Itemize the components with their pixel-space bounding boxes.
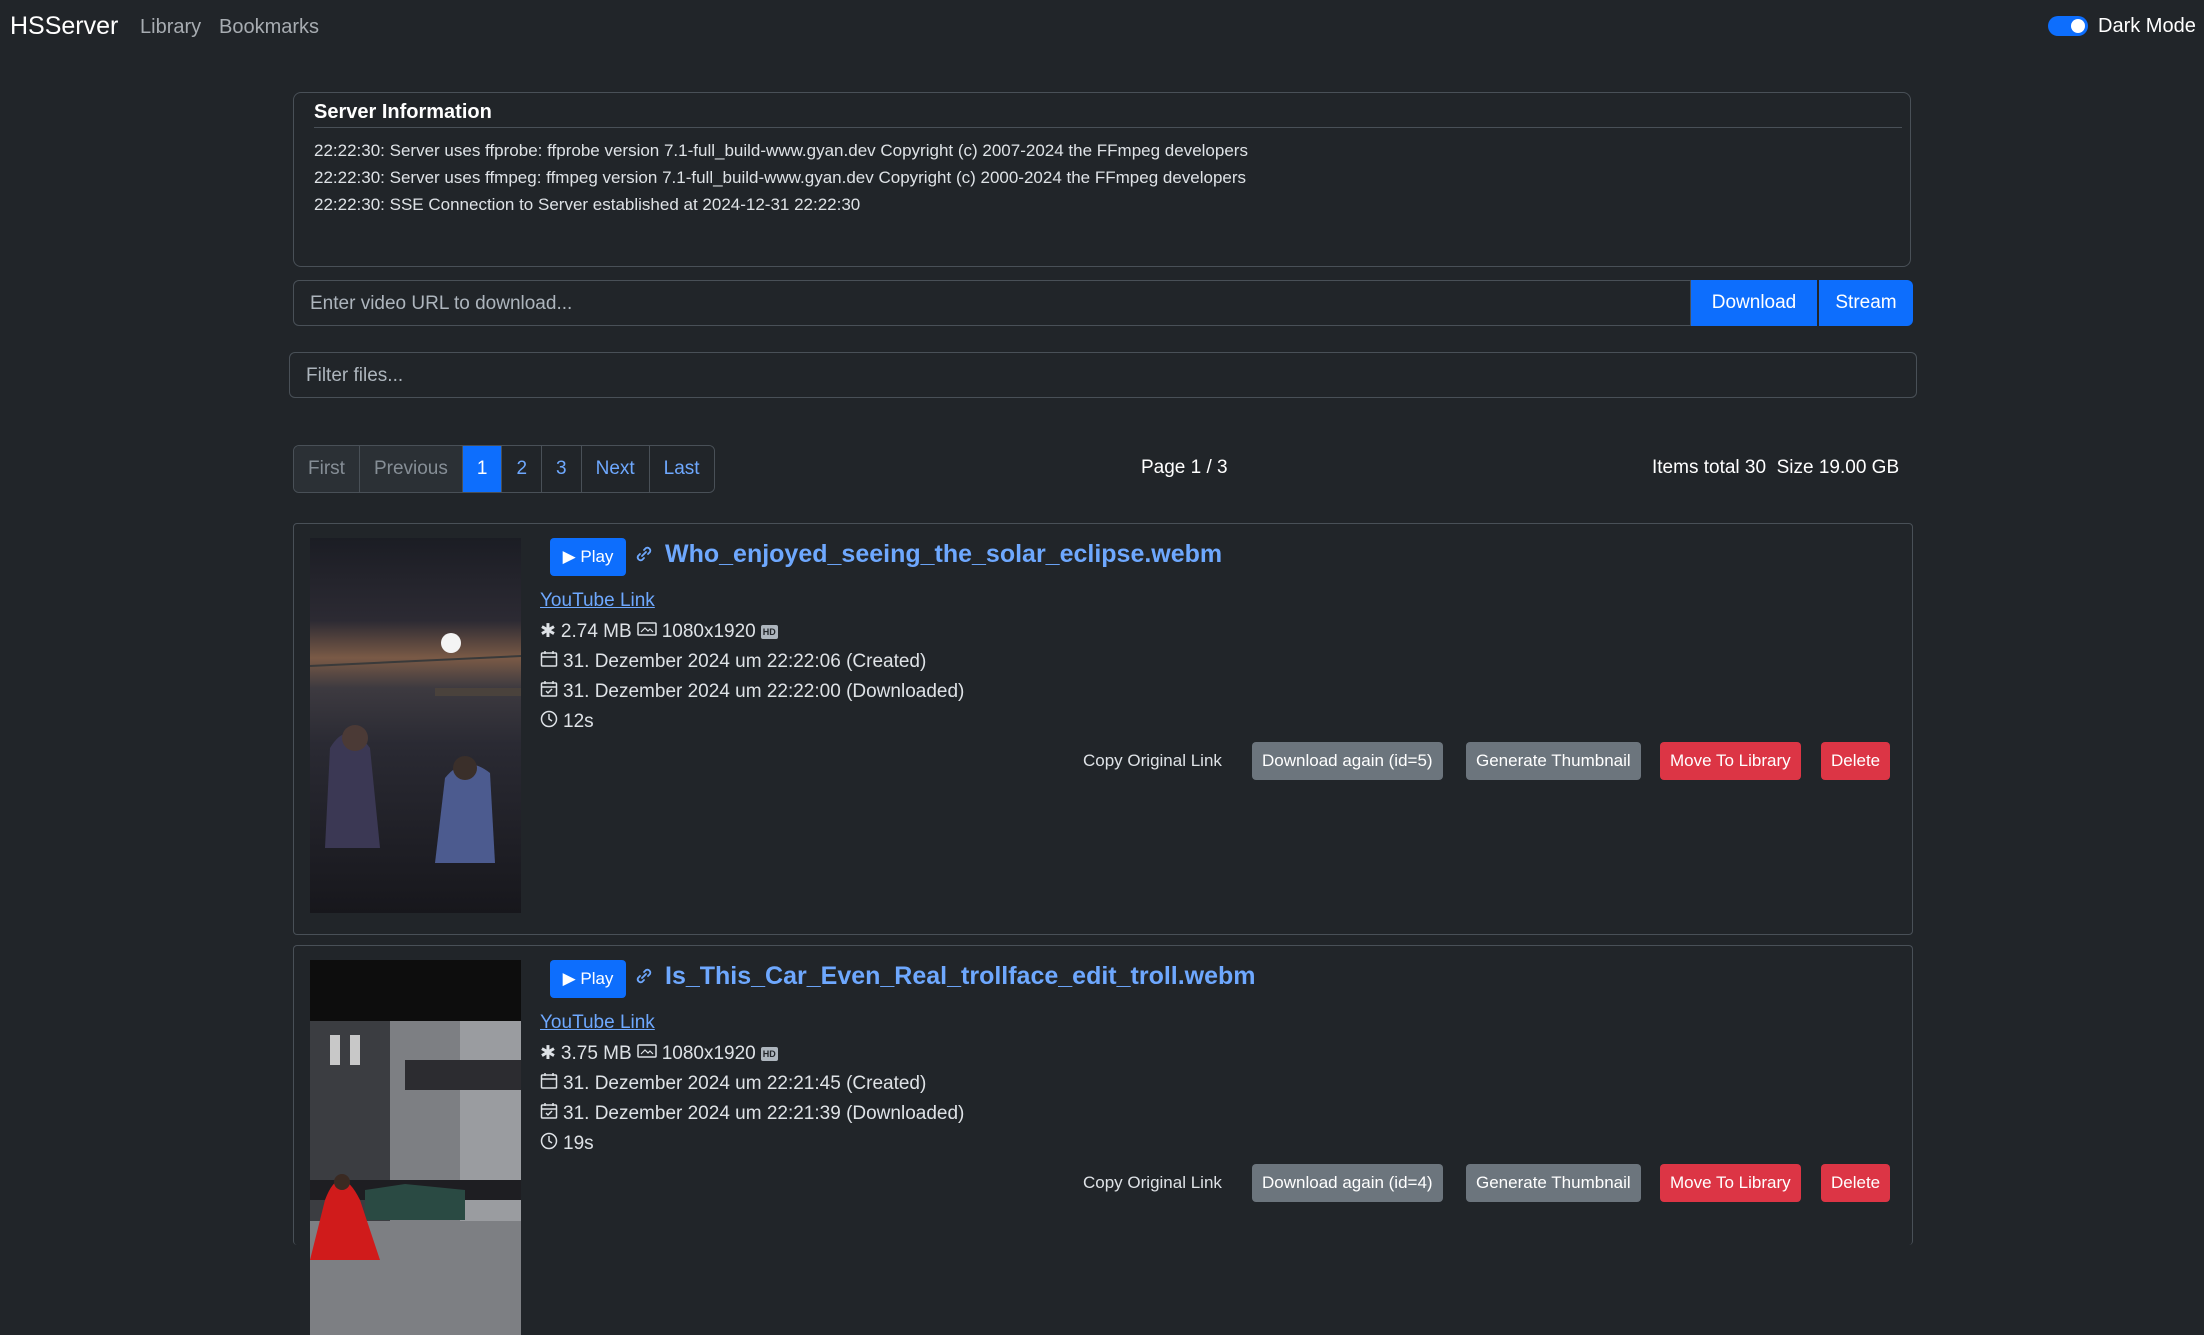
resolution-icon — [636, 621, 657, 643]
page-last[interactable]: Last — [649, 446, 714, 492]
generate-thumbnail-button[interactable]: Generate Thumbnail — [1466, 742, 1641, 780]
divider — [314, 127, 1902, 128]
file-size: 2.74 MB — [560, 620, 632, 642]
link-icon[interactable] — [634, 544, 654, 569]
calendar-check-icon — [540, 1102, 558, 1126]
play-button[interactable]: ▶ Play — [550, 960, 626, 998]
dark-mode-toggle[interactable] — [2048, 16, 2088, 36]
asterisk-icon: ✱ — [540, 621, 556, 642]
page-1[interactable]: 1 — [462, 446, 503, 492]
download-again-button[interactable]: Download again (id=5) — [1252, 742, 1443, 780]
video-url-input[interactable]: Enter video URL to download... — [293, 280, 1691, 326]
play-icon: ▶ — [562, 547, 581, 566]
nav-link-bookmarks[interactable]: Bookmarks — [219, 16, 319, 39]
download-again-button[interactable]: Download again (id=4) — [1252, 1164, 1443, 1202]
video-card: ▶ Play Who_enjoyed_seeing_the_solar_ecli… — [293, 523, 1913, 935]
nav-link-library[interactable]: Library — [140, 16, 201, 39]
resolution: 1080x1920 — [661, 1042, 756, 1064]
download-button[interactable]: Download — [1691, 280, 1817, 326]
calendar-check-icon — [540, 680, 558, 704]
play-icon: ▶ — [562, 969, 581, 988]
meta-size: ✱ 3.75 MB 1080x1920 HD — [540, 1042, 778, 1065]
clock-icon — [540, 710, 558, 734]
log-line: 22:22:30: Server uses ffmpeg: ffmpeg ver… — [314, 168, 1247, 187]
copy-original-link-button[interactable]: Copy Original Link — [1073, 742, 1232, 780]
hd-badge: HD — [760, 624, 778, 639]
filter-placeholder: Filter files... — [306, 365, 404, 386]
server-info-title: Server Information — [314, 101, 492, 123]
file-size: 3.75 MB — [560, 1042, 632, 1064]
items-total: Items total 30 Size 19.00 GB — [1652, 457, 1900, 478]
filter-input[interactable]: Filter files... — [289, 352, 1917, 398]
page-3[interactable]: 3 — [542, 446, 582, 492]
video-thumbnail[interactable] — [310, 960, 521, 1335]
url-placeholder: Enter video URL to download... — [310, 293, 573, 314]
created-date: 31. Dezember 2024 um 22:22:06 (Created) — [563, 651, 927, 672]
meta-created: 31. Dezember 2024 um 22:21:45 (Created) — [540, 1072, 926, 1096]
dark-mode-label: Dark Mode — [2098, 15, 2196, 37]
asterisk-icon: ✱ — [540, 1043, 556, 1064]
youtube-link[interactable]: YouTube Link — [540, 1012, 655, 1034]
meta-created: 31. Dezember 2024 um 22:22:06 (Created) — [540, 650, 926, 674]
meta-size: ✱ 2.74 MB 1080x1920 HD — [540, 620, 778, 643]
play-label: Play — [580, 969, 614, 988]
play-label: Play — [580, 547, 614, 566]
server-info-card: Server Information 22:22:30: Server uses… — [293, 92, 1911, 267]
move-to-library-button[interactable]: Move To Library — [1660, 1164, 1801, 1202]
log-line: 22:22:30: SSE Connection to Server estab… — [314, 195, 861, 214]
page-status: Page 1 / 3 — [1141, 457, 1228, 478]
youtube-link[interactable]: YouTube Link — [540, 590, 655, 612]
page-previous[interactable]: Previous — [359, 446, 463, 492]
resolution-icon — [636, 1043, 657, 1065]
pagination: First Previous 1 2 3 Next Last — [293, 445, 715, 493]
downloaded-date: 31. Dezember 2024 um 22:21:39 (Downloade… — [563, 1103, 965, 1124]
meta-downloaded: 31. Dezember 2024 um 22:21:39 (Downloade… — [540, 1102, 964, 1126]
delete-button[interactable]: Delete — [1821, 742, 1891, 780]
generate-thumbnail-button[interactable]: Generate Thumbnail — [1466, 1164, 1641, 1202]
video-title[interactable]: Is_This_Car_Even_Real_trollface_edit_tro… — [665, 962, 1256, 991]
toggle-knob — [2071, 19, 2085, 33]
calendar-icon — [540, 1072, 558, 1096]
page-next[interactable]: Next — [581, 446, 650, 492]
navbar: HSServer Library Bookmarks Dark Mode — [0, 0, 2204, 56]
stream-button[interactable]: Stream — [1819, 280, 1913, 326]
page-2[interactable]: 2 — [502, 446, 543, 492]
created-date: 31. Dezember 2024 um 22:21:45 (Created) — [563, 1073, 927, 1094]
clock-icon — [540, 1132, 558, 1156]
delete-button[interactable]: Delete — [1821, 1164, 1891, 1202]
downloaded-date: 31. Dezember 2024 um 22:22:00 (Downloade… — [563, 681, 965, 702]
video-card: ▶ Play Is_This_Car_Even_Real_trollface_e… — [293, 945, 1913, 1335]
page-first[interactable]: First — [294, 446, 360, 492]
duration: 12s — [563, 711, 594, 732]
meta-duration: 19s — [540, 1132, 594, 1156]
meta-duration: 12s — [540, 710, 594, 734]
move-to-library-button[interactable]: Move To Library — [1660, 742, 1801, 780]
hd-badge: HD — [760, 1046, 778, 1061]
resolution: 1080x1920 — [661, 620, 756, 642]
duration: 19s — [563, 1133, 594, 1154]
log-line: 22:22:30: Server uses ffprobe: ffprobe v… — [314, 141, 1248, 160]
copy-original-link-button[interactable]: Copy Original Link — [1073, 1164, 1232, 1202]
video-title[interactable]: Who_enjoyed_seeing_the_solar_eclipse.web… — [665, 540, 1222, 569]
video-thumbnail[interactable] — [310, 538, 521, 913]
link-icon[interactable] — [634, 966, 654, 991]
brand[interactable]: HSServer — [10, 12, 118, 41]
calendar-icon — [540, 650, 558, 674]
meta-downloaded: 31. Dezember 2024 um 22:22:00 (Downloade… — [540, 680, 964, 704]
play-button[interactable]: ▶ Play — [550, 538, 626, 576]
